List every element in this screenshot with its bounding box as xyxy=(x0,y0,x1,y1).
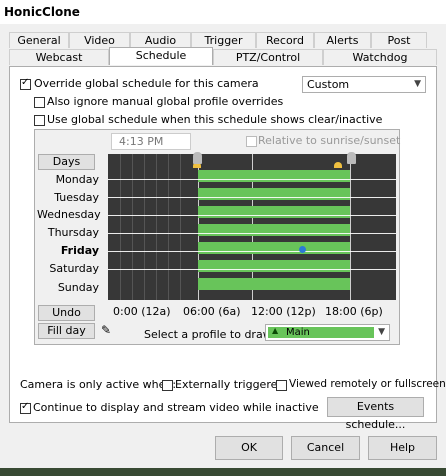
grid-line xyxy=(144,154,145,300)
grid-line-6pm xyxy=(350,154,351,300)
sunset-pin-icon[interactable] xyxy=(347,152,356,164)
grid-line xyxy=(180,154,181,300)
tab-general[interactable]: General xyxy=(9,32,69,48)
schedule-grid[interactable] xyxy=(108,154,396,300)
day-separator xyxy=(108,215,396,216)
tab-alerts[interactable]: Alerts xyxy=(314,32,371,48)
viewed-remotely-checkbox[interactable] xyxy=(276,380,287,391)
day-label-wednesday: Wednesday xyxy=(37,208,101,221)
chevron-down-icon: ▼ xyxy=(414,79,421,89)
tab-webcast[interactable]: Webcast xyxy=(9,49,109,65)
use-global-label: Use global schedule when this schedule s… xyxy=(47,113,383,126)
draw-profile-label: Select a profile to draw: xyxy=(144,328,275,341)
profile-mode-value: Custom xyxy=(307,78,350,91)
draw-profile-value: Main xyxy=(286,327,310,338)
hour-label-12: 12:00 (12p) xyxy=(251,305,316,318)
tab-trigger[interactable]: Trigger xyxy=(191,32,256,48)
tab-record[interactable]: Record xyxy=(256,32,314,48)
continue-streaming-checkbox[interactable] xyxy=(20,401,31,414)
days-button[interactable]: Days xyxy=(38,154,95,170)
profile-mode-select[interactable]: Custom ▼ xyxy=(302,76,426,93)
draw-profile-select[interactable]: ▲ Main ▼ xyxy=(265,324,390,341)
ok-button[interactable]: OK xyxy=(215,436,283,460)
day-label-sunday: Sunday xyxy=(57,281,99,294)
grid-line xyxy=(156,154,157,300)
help-button[interactable]: Help xyxy=(368,436,437,460)
tab-post[interactable]: Post xyxy=(371,32,427,48)
schedule-bar-thursday[interactable] xyxy=(198,224,350,236)
ignore-manual-label: Also ignore manual global profile overri… xyxy=(47,95,284,108)
day-separator xyxy=(108,251,396,252)
sunset-icon xyxy=(334,162,342,168)
undo-button[interactable]: Undo xyxy=(38,305,95,321)
continue-streaming-label: Continue to display and stream video whi… xyxy=(33,401,319,414)
relative-sunrise-label: Relative to sunrise/sunset xyxy=(258,134,401,147)
now-marker-icon xyxy=(299,246,306,253)
tab-audio[interactable]: Audio xyxy=(130,32,191,48)
tab-schedule[interactable]: Schedule xyxy=(109,47,213,65)
day-label-thursday: Thursday xyxy=(47,226,99,239)
sunrise-pin-icon[interactable] xyxy=(193,152,202,164)
schedule-bar-friday[interactable] xyxy=(198,242,350,254)
schedule-bar-monday[interactable] xyxy=(198,170,350,182)
day-label-tuesday: Tuesday xyxy=(54,191,99,204)
externally-triggered-checkbox[interactable] xyxy=(162,380,173,391)
day-separator xyxy=(108,179,396,180)
profile-icon: ▲ xyxy=(272,326,279,335)
events-schedule-button[interactable]: Events schedule... xyxy=(327,397,424,431)
tab-ptz-control[interactable]: PTZ/Control xyxy=(213,49,323,65)
schedule-bar-tuesday[interactable] xyxy=(198,188,350,200)
background-strip xyxy=(0,468,446,476)
day-label-saturday: Saturday xyxy=(49,262,99,275)
tab-video[interactable]: Video xyxy=(69,32,130,48)
day-separator xyxy=(108,233,396,234)
dialog-window: HonicClone General Video Audio Trigger R… xyxy=(0,0,446,476)
chevron-down-icon: ▼ xyxy=(378,327,385,337)
viewed-remotely-label: Viewed remotely or fullscreen xyxy=(289,378,446,390)
window-title: HonicClone xyxy=(4,5,80,19)
schedule-bar-wednesday[interactable] xyxy=(198,206,350,218)
title-bar: HonicClone xyxy=(0,0,446,24)
magic-wand-icon[interactable]: ✎ xyxy=(101,323,111,337)
hour-label-0: 0:00 (12a) xyxy=(113,305,171,318)
hour-label-18: 18:00 (6p) xyxy=(325,305,383,318)
grid-line xyxy=(168,154,169,300)
day-separator xyxy=(108,269,396,270)
schedule-bar-sunday[interactable] xyxy=(198,278,350,290)
day-label-friday: Friday xyxy=(60,244,99,257)
cancel-button[interactable]: Cancel xyxy=(291,436,360,460)
hour-label-6: 06:00 (6a) xyxy=(183,305,241,318)
schedule-bar-saturday[interactable] xyxy=(198,260,350,272)
externally-triggered-label: Externally triggered xyxy=(175,378,285,391)
use-global-checkbox[interactable] xyxy=(34,115,45,126)
time-value: 4:13 PM xyxy=(119,135,164,148)
day-label-monday: Monday xyxy=(55,173,99,186)
camera-active-label: Camera is only active when: xyxy=(20,378,177,391)
day-separator xyxy=(108,197,396,198)
grid-line xyxy=(120,154,121,300)
override-label: Override global schedule for this camera xyxy=(34,77,259,90)
relative-sunrise-checkbox[interactable] xyxy=(246,136,257,147)
ignore-manual-checkbox[interactable] xyxy=(34,97,45,108)
override-checkbox[interactable] xyxy=(20,77,31,90)
tab-watchdog[interactable]: Watchdog xyxy=(323,49,437,65)
fill-day-button[interactable]: Fill day xyxy=(38,323,95,339)
time-field[interactable]: 4:13 PM xyxy=(111,133,191,150)
profile-color-swatch xyxy=(268,327,374,338)
grid-line xyxy=(132,154,133,300)
